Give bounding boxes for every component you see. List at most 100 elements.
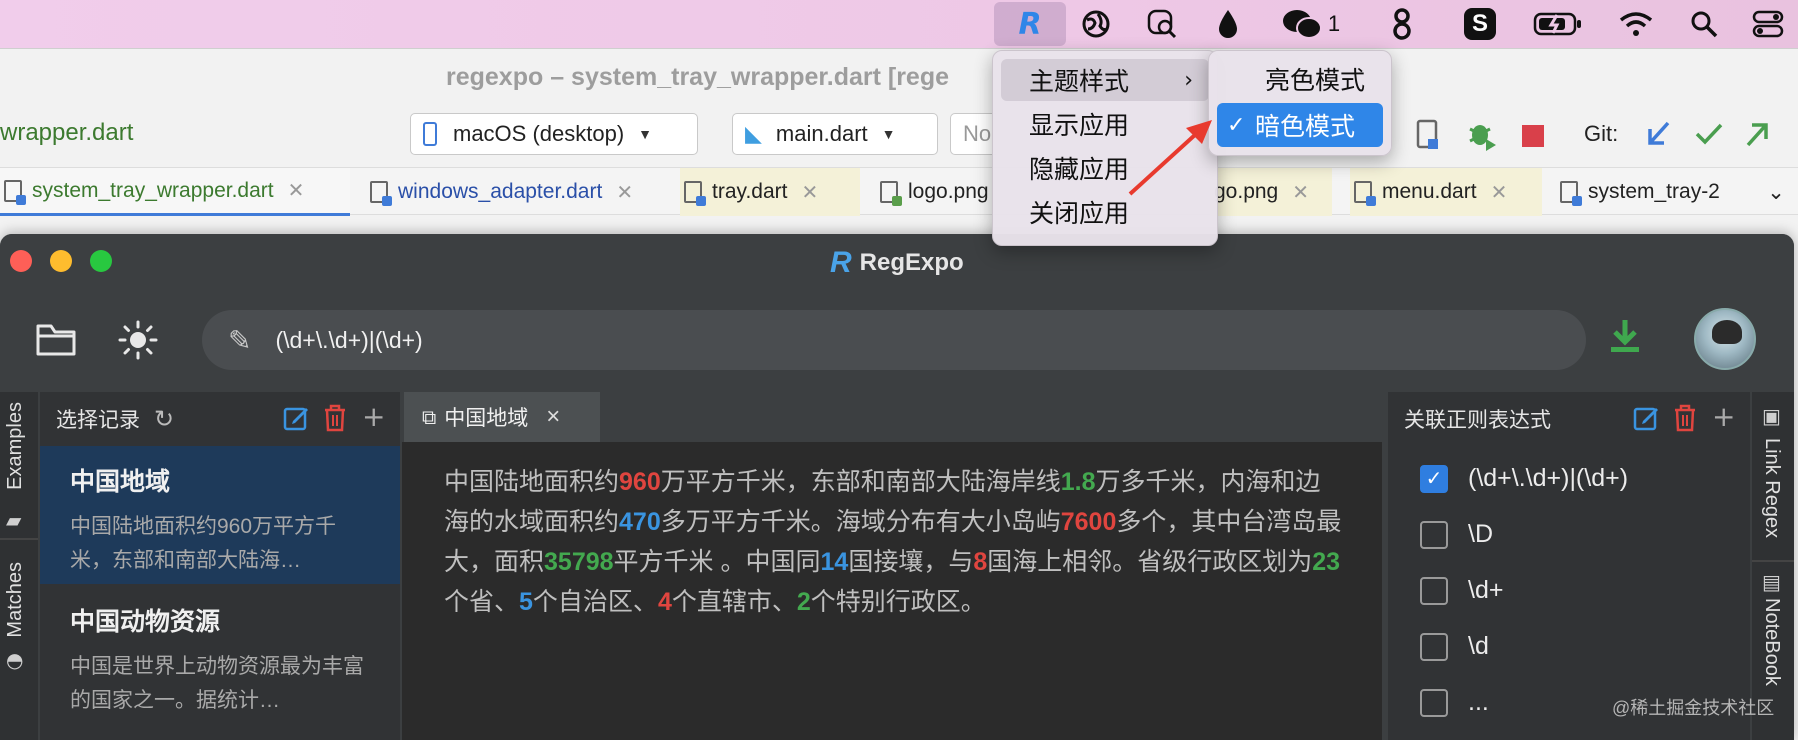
terminal-icon: ▣	[1762, 404, 1781, 428]
records-panel: 选择记录 ↻ + 中国地域 中国陆地面积约960万平方千米，东部和南部大陆海… …	[40, 392, 400, 740]
device-manager-icon[interactable]	[1416, 119, 1440, 156]
regexpo-tray-icon[interactable]: R	[994, 2, 1066, 46]
control-center-icon[interactable]	[1746, 0, 1790, 48]
plain-text: 个自治区、	[532, 588, 658, 616]
menu-item-dark-mode[interactable]: ✓ 暗色模式	[1217, 103, 1383, 147]
wifi-icon[interactable]	[1614, 0, 1658, 48]
menu-item-light-mode[interactable]: 亮色模式	[1217, 57, 1383, 101]
stop-icon[interactable]	[1522, 125, 1544, 147]
maximize-window-button[interactable]	[90, 250, 112, 272]
plain-text: 个特别行政区。	[810, 588, 986, 616]
close-icon[interactable]: ✕	[1292, 180, 1309, 205]
close-window-button[interactable]	[10, 250, 32, 272]
device-selector-value: macOS (desktop)	[453, 121, 625, 146]
editor-content[interactable]: 中国陆地面积约960万平方千米，东部和南部大陆海岸线1.8万多千米，内海和边海的…	[444, 462, 1344, 622]
tray-context-menu: 主题样式 › 显示应用 隐藏应用 关闭应用	[992, 50, 1218, 246]
menu-item-hide-app[interactable]: 隐藏应用	[1001, 147, 1209, 189]
dart-file-icon	[684, 181, 706, 206]
menu-item-show-app[interactable]: 显示应用	[1001, 103, 1209, 145]
link-regex-item[interactable]: \d+	[1420, 576, 1503, 605]
editor-tabs: ⧉ 中国地域 ×	[402, 392, 1382, 442]
tab-label: tray.dart	[712, 180, 788, 203]
link-regex-label: \d	[1468, 632, 1489, 660]
link-regex-item[interactable]: ✓ (\d+\.\d+)|(\d+)	[1420, 464, 1628, 493]
menu-item-label: 主题样式	[1029, 67, 1130, 96]
link-regex-item[interactable]: \D	[1420, 520, 1493, 549]
tab-label: menu.dart	[1382, 180, 1477, 203]
regex-input-box[interactable]: ✎	[202, 310, 1586, 370]
left-side-rail: Examples ▰ Matches ◓	[0, 392, 38, 740]
spotlight-search-icon[interactable]	[1682, 0, 1726, 48]
run-config-selector[interactable]: ◣ main.dart ▼	[732, 113, 938, 155]
tab-logo-png[interactable]: logo.png	[876, 168, 996, 216]
theme-sun-icon[interactable]	[114, 316, 162, 364]
tab-tray[interactable]: tray.dart ✕	[680, 168, 860, 216]
link-regex-label: \D	[1468, 520, 1493, 548]
partial-field[interactable]: No	[950, 113, 996, 155]
link-regex-label: ...	[1468, 688, 1489, 716]
globe-icon[interactable]	[1074, 0, 1118, 48]
tab-china-region[interactable]: ⧉ 中国地域 ×	[404, 392, 600, 442]
git-commit-icon[interactable]	[1694, 121, 1724, 152]
edit-icon[interactable]	[282, 404, 310, 439]
debug-icon[interactable]	[1466, 119, 1498, 156]
checkbox[interactable]: ✓	[1420, 464, 1448, 493]
menu-item-theme[interactable]: 主题样式 ›	[1001, 59, 1209, 101]
tab-go-png[interactable]: go.png ✕	[1210, 168, 1332, 216]
link-regex-label: \d+	[1468, 576, 1504, 604]
flutter-icon: ◣	[745, 121, 762, 147]
tab-examples[interactable]: Examples	[4, 402, 27, 490]
record-item[interactable]: 中国地域 中国陆地面积约960万平方千米，东部和南部大陆海…	[40, 446, 400, 584]
close-icon[interactable]: ✕	[288, 178, 305, 203]
delete-icon[interactable]	[1672, 404, 1698, 439]
menu-item-label: 关闭应用	[1029, 199, 1130, 228]
tab-link-regex[interactable]: Link Regex	[1760, 438, 1783, 538]
minimize-window-button[interactable]	[50, 250, 72, 272]
device-selector[interactable]: macOS (desktop) ▼	[410, 113, 698, 155]
s-app-icon[interactable]: S	[1458, 0, 1502, 48]
phone-icon	[423, 122, 437, 146]
close-icon[interactable]: ✕	[616, 180, 633, 205]
folder-icon[interactable]	[32, 316, 80, 364]
checkbox[interactable]	[1420, 688, 1448, 717]
edit-icon[interactable]	[1632, 404, 1660, 439]
link-regex-item[interactable]: \d	[1420, 632, 1489, 661]
close-icon[interactable]: ✕	[801, 180, 818, 205]
tab-label: go.png	[1214, 180, 1279, 203]
link-icon[interactable]	[1380, 0, 1424, 48]
plain-text: 国接壤，与	[848, 548, 974, 576]
tab-matches[interactable]: Matches	[4, 562, 27, 638]
copy-file-icon: ⧉	[422, 405, 437, 429]
tab-menu[interactable]: menu.dart ✕	[1350, 168, 1542, 216]
git-update-icon[interactable]	[1644, 119, 1672, 154]
link-regex-item[interactable]: ...	[1420, 688, 1489, 717]
close-icon[interactable]: ×	[546, 403, 560, 431]
chevron-down-icon[interactable]: ⌄	[1756, 168, 1792, 216]
menu-item-quit-app[interactable]: 关闭应用	[1001, 191, 1209, 233]
checkbox[interactable]	[1420, 576, 1448, 605]
drop-icon[interactable]	[1208, 0, 1248, 48]
tab-notebook[interactable]: NoteBook	[1760, 598, 1783, 686]
tab-windows-adapter[interactable]: windows_adapter.dart ✕	[366, 168, 676, 216]
git-push-icon[interactable]	[1744, 119, 1772, 154]
checkbox[interactable]	[1420, 632, 1448, 661]
avatar[interactable]	[1694, 308, 1756, 370]
record-item[interactable]: 中国动物资源 中国是世界上动物资源最为丰富的国家之一。据统计…	[40, 586, 400, 724]
delete-icon[interactable]	[322, 404, 348, 439]
search-doc-icon[interactable]	[1140, 0, 1184, 48]
regex-input[interactable]	[275, 326, 1476, 354]
regex-match: 4	[657, 588, 672, 616]
plain-text: 个直辖市、	[671, 588, 797, 616]
tab-system-tray-wrapper[interactable]: system_tray_wrapper.dart ✕	[0, 168, 350, 216]
tab-system-tray-2[interactable]: system_tray-2	[1556, 168, 1746, 216]
add-icon[interactable]: +	[1712, 400, 1735, 433]
text-editor: ⧉ 中国地域 × 中国陆地面积约960万平方千米，东部和南部大陆海岸线1.8万多…	[402, 392, 1382, 740]
add-icon[interactable]: +	[362, 400, 385, 433]
wechat-icon[interactable]: 1	[1276, 0, 1346, 48]
close-icon[interactable]: ✕	[1491, 180, 1508, 205]
ide-current-file[interactable]: wrapper.dart	[0, 119, 133, 147]
refresh-icon[interactable]: ↻	[154, 405, 174, 433]
checkbox[interactable]	[1420, 520, 1448, 549]
regex-match: 470	[619, 508, 661, 536]
download-icon[interactable]	[1608, 318, 1642, 363]
